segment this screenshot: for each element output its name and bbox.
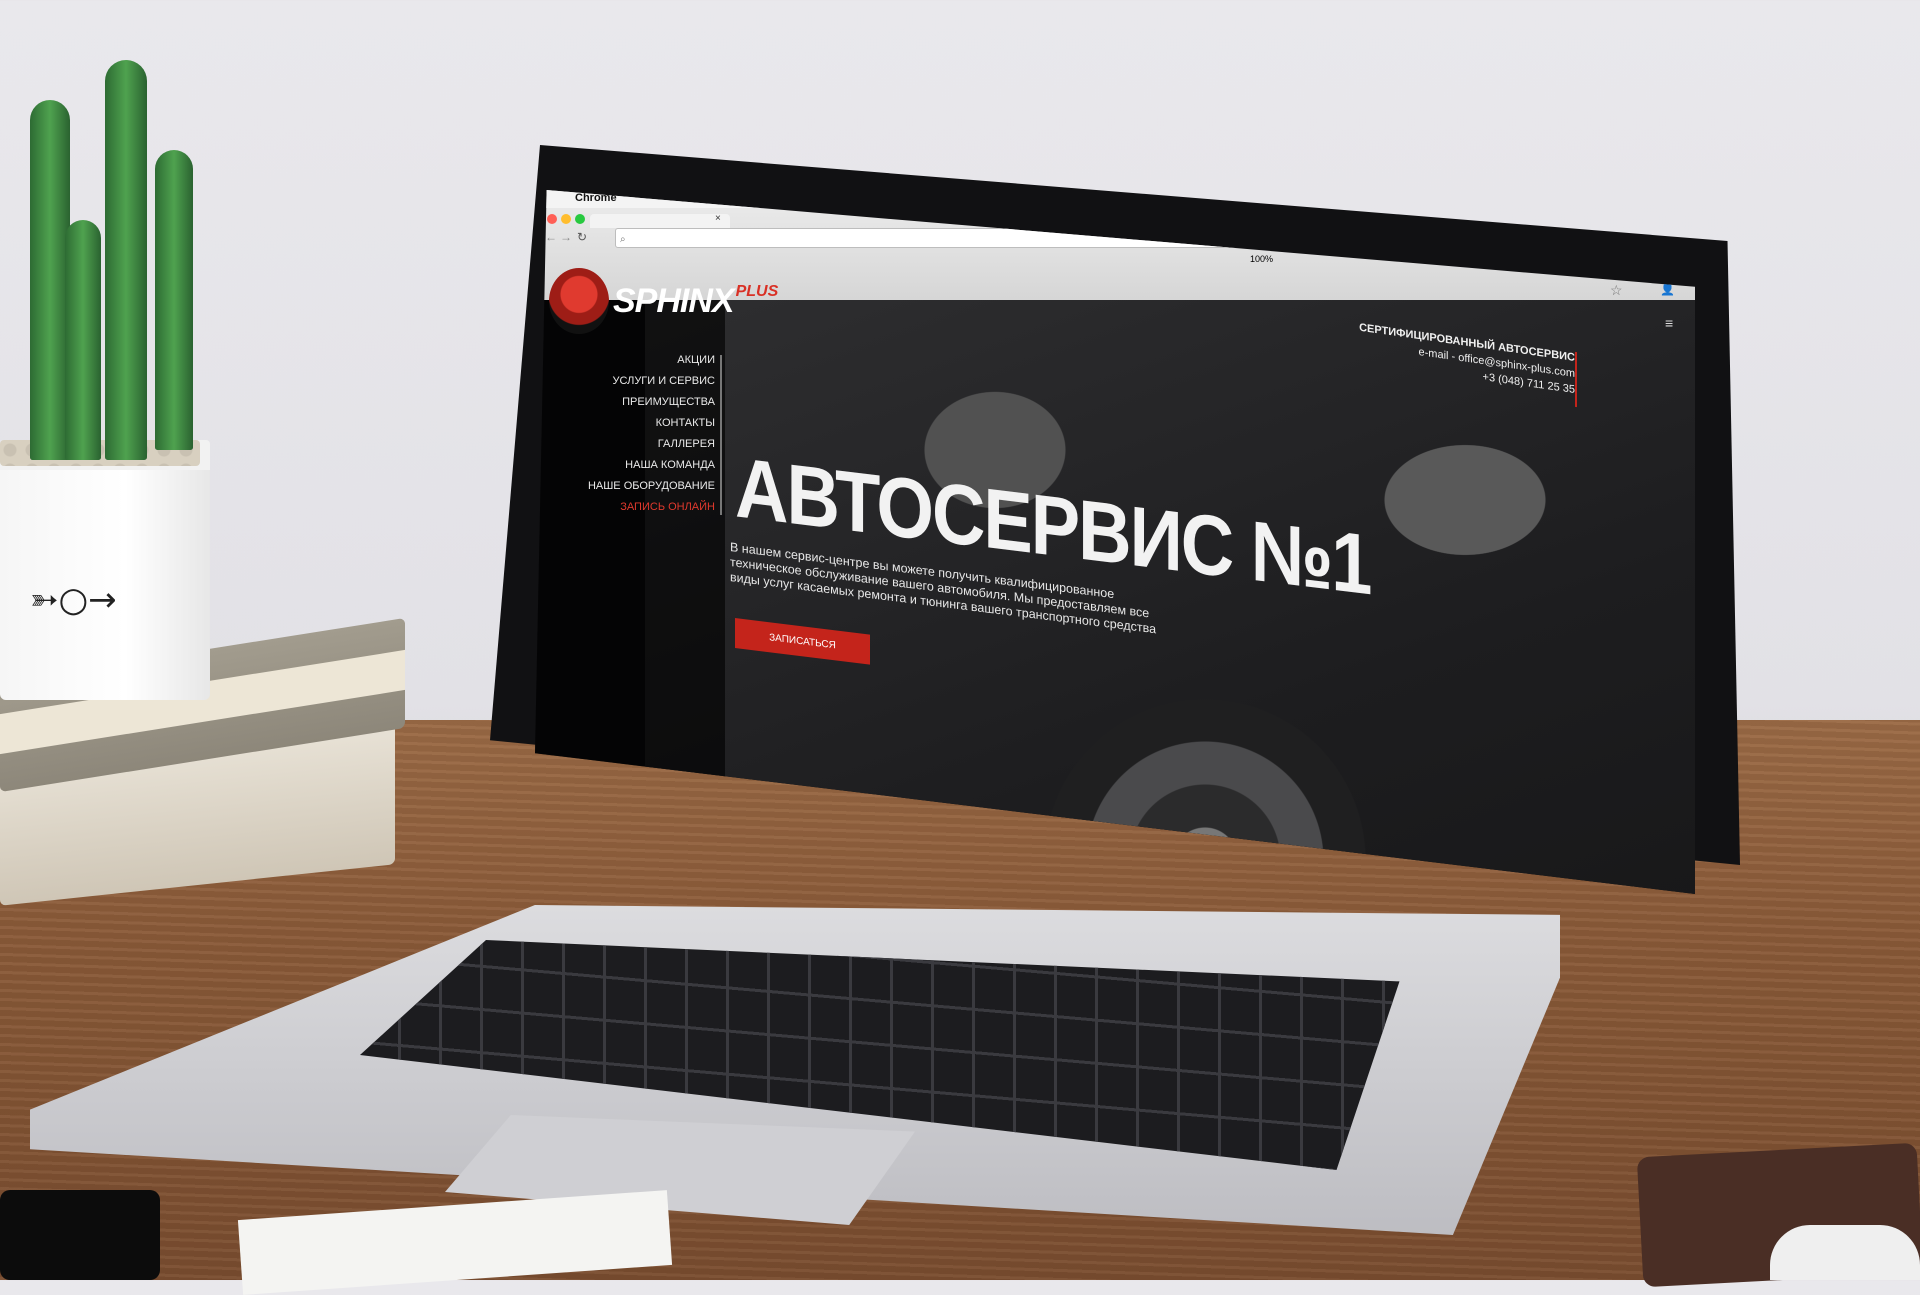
nav-item-services[interactable]: УСЛУГИ И СЕРВИС xyxy=(555,371,715,392)
close-window-button[interactable] xyxy=(547,214,557,224)
tab-close-icon[interactable]: × xyxy=(715,213,721,224)
nav-item-gallery[interactable]: ГАЛЛЕРЕЯ xyxy=(555,434,715,455)
bookmark-star-icon[interactable]: ☆ xyxy=(1610,282,1623,299)
nav-item-team[interactable]: НАША КОМАНДА xyxy=(555,455,715,476)
battery-status: 100% xyxy=(1250,254,1274,264)
contact-accent-line xyxy=(1575,351,1577,408)
main-nav: АКЦИИ УСЛУГИ И СЕРВИС ПРЕИМУЩЕСТВА КОНТА… xyxy=(555,350,715,518)
nav-item-advantages[interactable]: ПРЕИМУЩЕСТВА xyxy=(555,392,715,413)
cactus xyxy=(65,220,101,460)
nav-item-equipment[interactable]: НАШЕ ОБОРУДОВАНИЕ xyxy=(555,476,715,497)
mouse xyxy=(1770,1225,1920,1280)
nav-item-book-online[interactable]: ЗАПИСЬ ОНЛАЙН xyxy=(555,497,715,518)
back-icon[interactable]: ← xyxy=(545,230,557,244)
nav-item-promotions[interactable]: АКЦИИ xyxy=(555,350,715,371)
menu-icon[interactable]: ≡ xyxy=(1665,315,1673,331)
search-icon: ⌕ xyxy=(620,234,626,245)
site-logo[interactable]: SPHINX PLUS xyxy=(549,268,778,334)
cactus xyxy=(30,100,70,460)
forward-icon[interactable]: → xyxy=(560,230,572,244)
cactus xyxy=(155,150,193,450)
browser-tab[interactable] xyxy=(590,214,730,228)
nav-item-contacts[interactable]: КОНТАКТЫ xyxy=(555,413,715,434)
logo-suffix: PLUS xyxy=(735,283,779,300)
smartphone xyxy=(0,1190,160,1280)
sphinx-logo-icon xyxy=(549,268,609,334)
nav-divider xyxy=(720,355,722,515)
arrow-circle-icon: ➳○→ xyxy=(30,580,117,620)
zoom-window-button[interactable] xyxy=(575,214,585,224)
cactus xyxy=(105,60,147,460)
logo-text: SPHINX xyxy=(613,281,735,320)
reload-icon[interactable]: ↻ xyxy=(577,230,587,244)
minimize-window-button[interactable] xyxy=(561,214,571,224)
